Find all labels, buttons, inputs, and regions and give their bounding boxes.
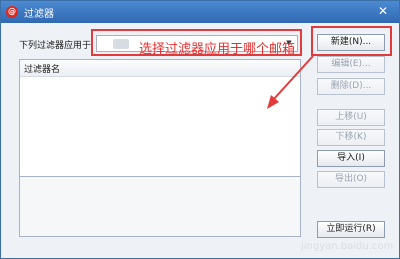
window-title: 过滤器 <box>24 9 54 20</box>
logo-icon: @ <box>6 6 18 18</box>
apply-to-label: 下列过滤器应用于: <box>19 41 95 51</box>
move-up-button[interactable]: 上移(U) <box>317 109 385 126</box>
export-button[interactable]: 导出(O) <box>317 171 385 188</box>
edit-button[interactable]: 编辑(E)... <box>317 56 385 73</box>
move-down-button[interactable]: 下移(K) <box>317 129 385 146</box>
column-header-filter-name: 过滤器名 <box>24 65 61 75</box>
list-header: 过滤器名 <box>20 60 300 77</box>
title-bar: @ 过滤器 ✕ <box>1 1 399 23</box>
dialog-body: 下列过滤器应用于: ▼ 过滤器名 新建(N)... 编辑(E)... 删除(D)… <box>1 23 399 258</box>
annotation-highlight-new <box>311 26 392 56</box>
filter-description-box <box>19 176 301 237</box>
filter-dialog: @ 过滤器 ✕ 下列过滤器应用于: ▼ 过滤器名 新建(N)... 编辑(E).… <box>0 0 400 259</box>
filter-list[interactable]: 过滤器名 <box>19 59 301 183</box>
close-icon[interactable]: ✕ <box>375 4 391 19</box>
import-button[interactable]: 导入(I) <box>317 150 385 167</box>
watermark-text: jingyan.baidu.com <box>301 241 394 252</box>
annotation-text: 选择过滤器应用于哪个邮箱 <box>139 42 296 57</box>
run-now-button[interactable]: 立即运行(R) <box>317 221 385 238</box>
delete-button[interactable]: 删除(D)... <box>317 78 385 95</box>
